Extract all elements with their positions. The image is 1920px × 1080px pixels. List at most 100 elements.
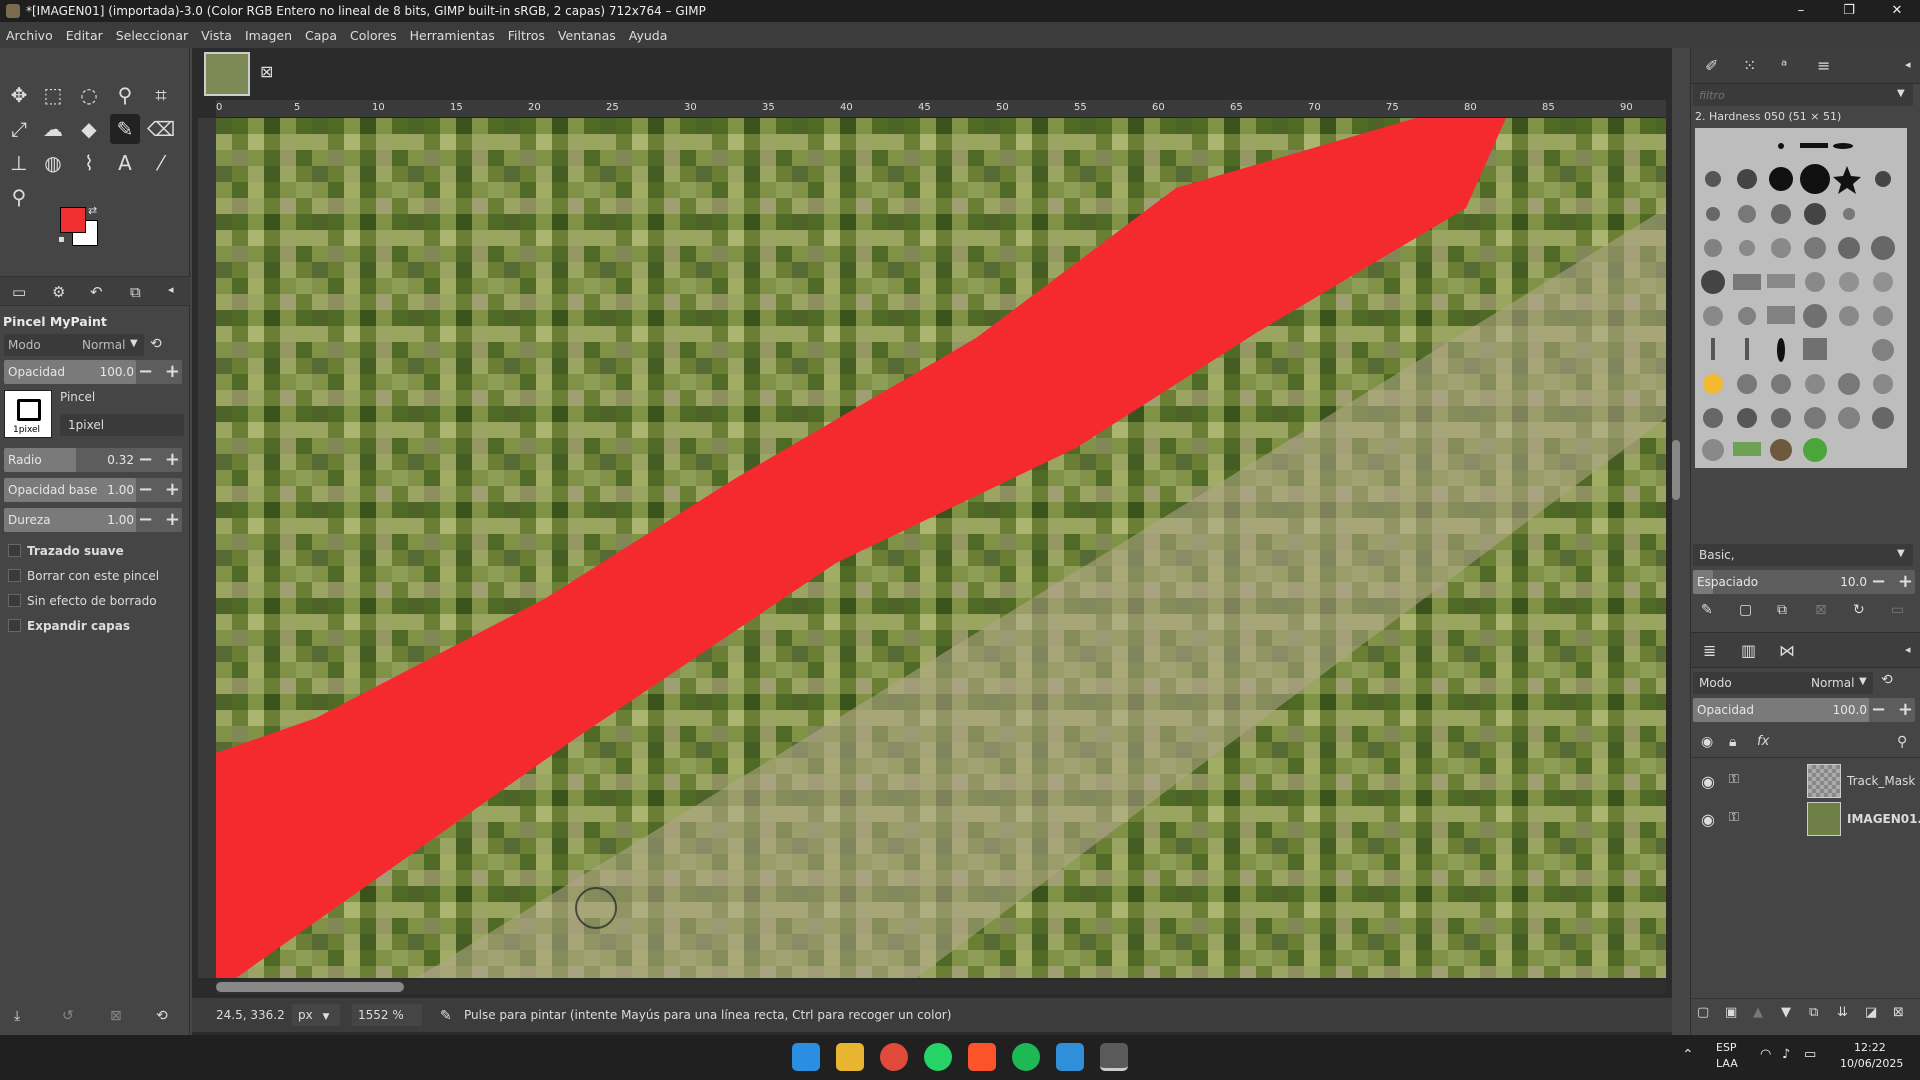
hardness-stepper[interactable]: − +: [138, 508, 180, 532]
chrome-icon[interactable]: [880, 1043, 908, 1071]
radius-stepper[interactable]: − +: [138, 448, 180, 472]
brush-filter-input[interactable]: [1693, 84, 1883, 106]
windows-start-icon[interactable]: [792, 1043, 820, 1071]
layer-row-track-mask[interactable]: ◉ ⚿ Track_Mask: [1691, 762, 1920, 800]
language-line2[interactable]: LAA: [1716, 1057, 1738, 1070]
open-brush-icon[interactable]: ▭: [1891, 602, 1904, 618]
new-layer-icon[interactable]: ▢: [1697, 1005, 1709, 1020]
new-layer-group-icon[interactable]: ▣: [1725, 1005, 1737, 1020]
image-tab-thumbnail[interactable]: [204, 52, 250, 96]
base-opacity-stepper[interactable]: − +: [138, 478, 180, 502]
opacity-stepper[interactable]: − +: [138, 360, 180, 384]
no-erase-effect-checkbox[interactable]: Sin efecto de borrado: [8, 594, 157, 608]
patterns-tab-icon[interactable]: ⁙: [1743, 56, 1756, 75]
maximize-button[interactable]: ❐: [1826, 0, 1872, 22]
visibility-eye-icon[interactable]: ◉: [1701, 810, 1715, 829]
paths-tab-icon[interactable]: ⋈: [1779, 641, 1795, 660]
expand-layers-checkbox[interactable]: Expandir capas: [8, 619, 130, 633]
save-options-icon[interactable]: ⤓: [14, 1008, 20, 1024]
close-image-tab-icon[interactable]: ⊠: [260, 62, 273, 81]
restore-options-icon[interactable]: ↺: [62, 1008, 74, 1024]
raise-layer-icon[interactable]: ▲: [1753, 1005, 1763, 1020]
scroll-thumb[interactable]: [216, 982, 404, 992]
lasso-tool-icon[interactable]: ◌: [74, 80, 104, 110]
clone-tool-icon[interactable]: ⊥: [4, 148, 34, 178]
duplicate-layer-icon[interactable]: ⧉: [1809, 1005, 1818, 1020]
swap-colors-icon[interactable]: ⇄: [88, 204, 97, 217]
delete-brush-icon[interactable]: ⊠: [1815, 602, 1827, 618]
chain-lock-icon[interactable]: ⚿: [1729, 772, 1739, 787]
vertical-scroll-thumb[interactable]: [1672, 440, 1680, 500]
whatsapp-icon[interactable]: [924, 1043, 952, 1071]
brush-grid[interactable]: [1695, 128, 1907, 468]
text-tool-icon[interactable]: A: [110, 148, 140, 178]
transform-tool-icon[interactable]: ⤢: [4, 114, 34, 144]
tool-options-tab-icon[interactable]: ▭: [12, 283, 26, 301]
new-brush-icon[interactable]: ▢: [1739, 602, 1752, 618]
color-picker-tool-icon[interactable]: ⁄: [146, 148, 176, 178]
lower-layer-icon[interactable]: ▼: [1781, 1005, 1791, 1020]
visibility-eye-icon[interactable]: ◉: [1701, 772, 1715, 791]
paths-tool-icon[interactable]: ⌇: [74, 148, 104, 178]
chevron-down-icon[interactable]: ▼: [1897, 88, 1905, 99]
zoom-select[interactable]: 1552 %: [352, 1004, 422, 1026]
fuzzy-select-tool-icon[interactable]: ⚲: [110, 80, 140, 110]
undo-history-tab-icon[interactable]: ↶: [90, 283, 103, 301]
menu-filtros[interactable]: Filtros: [508, 28, 545, 43]
menu-colores[interactable]: Colores: [350, 28, 397, 43]
minimize-button[interactable]: –: [1778, 0, 1824, 22]
layer-opacity-stepper[interactable]: − +: [1871, 698, 1913, 722]
tray-chevron-up-icon[interactable]: ⌃: [1682, 1047, 1694, 1063]
duplicate-brush-icon[interactable]: ⧉: [1777, 602, 1787, 618]
image-canvas[interactable]: [216, 118, 1666, 978]
move-tool-icon[interactable]: ✥: [4, 80, 34, 110]
reset-options-icon[interactable]: ⟲: [156, 1008, 168, 1024]
layer-row-imagen01[interactable]: ◉ ⚿ IMAGEN01.tif: [1691, 800, 1920, 838]
refresh-brushes-icon[interactable]: ↻: [1853, 602, 1865, 618]
eraser-tool-icon[interactable]: ⌫: [146, 114, 176, 144]
menu-imagen[interactable]: Imagen: [245, 28, 292, 43]
battery-icon[interactable]: ▭: [1804, 1047, 1816, 1062]
menu-editar[interactable]: Editar: [66, 28, 103, 43]
lock-icon[interactable]: 🔒︎: [1729, 734, 1736, 750]
layers-tab-icon[interactable]: ≣: [1703, 641, 1716, 660]
device-status-tab-icon[interactable]: ⚙: [52, 283, 65, 301]
brush-filter-field[interactable]: ▼: [1693, 84, 1913, 106]
vscode-icon[interactable]: [1056, 1043, 1084, 1071]
base-opacity-slider[interactable]: Opacidad base 1.00 − +: [4, 478, 182, 502]
search-icon[interactable]: ⚲: [1897, 734, 1907, 750]
brave-browser-icon[interactable]: [968, 1043, 996, 1071]
spacing-stepper[interactable]: − +: [1871, 570, 1913, 594]
smudge-tool-icon[interactable]: ◍: [38, 148, 68, 178]
clock-date[interactable]: 10/06/2025: [1840, 1057, 1903, 1070]
brush-preview[interactable]: 1pixel: [4, 390, 52, 438]
menu-herramientas[interactable]: Herramientas: [410, 28, 495, 43]
unit-select[interactable]: px ▼: [292, 1004, 340, 1026]
warp-tool-icon[interactable]: ☁: [38, 114, 68, 144]
edit-brush-icon[interactable]: ✎: [1701, 602, 1713, 618]
delete-layer-icon[interactable]: ⊠: [1893, 1005, 1904, 1020]
foreground-color-swatch[interactable]: [60, 207, 86, 233]
chain-lock-icon[interactable]: ⚿: [1729, 810, 1739, 825]
gimp-taskbar-icon[interactable]: [1100, 1043, 1128, 1071]
layer-mode-select[interactable]: Modo Normal ▼: [1693, 672, 1873, 694]
opacity-slider[interactable]: Opacidad 100.0 − +: [4, 360, 182, 384]
reset-layer-mode-icon[interactable]: ⟲: [1881, 672, 1893, 688]
horizontal-scrollbar[interactable]: [216, 980, 1666, 994]
clock-time[interactable]: 12:22: [1854, 1041, 1886, 1054]
hardness-slider[interactable]: Dureza 1.00 − +: [4, 508, 182, 532]
brush-tag-select[interactable]: Basic, ▼: [1693, 544, 1913, 566]
smooth-stroke-checkbox[interactable]: Trazado suave: [8, 544, 124, 558]
paintbrush-tool-icon[interactable]: ✎: [110, 114, 140, 144]
images-tab-icon[interactable]: ⧉: [130, 283, 141, 301]
dock-menu-icon[interactable]: ◂: [168, 283, 174, 296]
delete-options-icon[interactable]: ⊠: [110, 1008, 122, 1024]
crop-tool-icon[interactable]: ⌗: [146, 80, 176, 110]
document-history-tab-icon[interactable]: ≡: [1817, 56, 1830, 75]
menu-ayuda[interactable]: Ayuda: [629, 28, 668, 43]
layer-opacity-slider[interactable]: Opacidad 100.0 − +: [1693, 698, 1915, 722]
effects-icon[interactable]: fx: [1757, 734, 1769, 749]
radius-slider[interactable]: Radio 0.32 − +: [4, 448, 182, 472]
rect-select-tool-icon[interactable]: ⬚: [38, 80, 68, 110]
spotify-icon[interactable]: [1012, 1043, 1040, 1071]
